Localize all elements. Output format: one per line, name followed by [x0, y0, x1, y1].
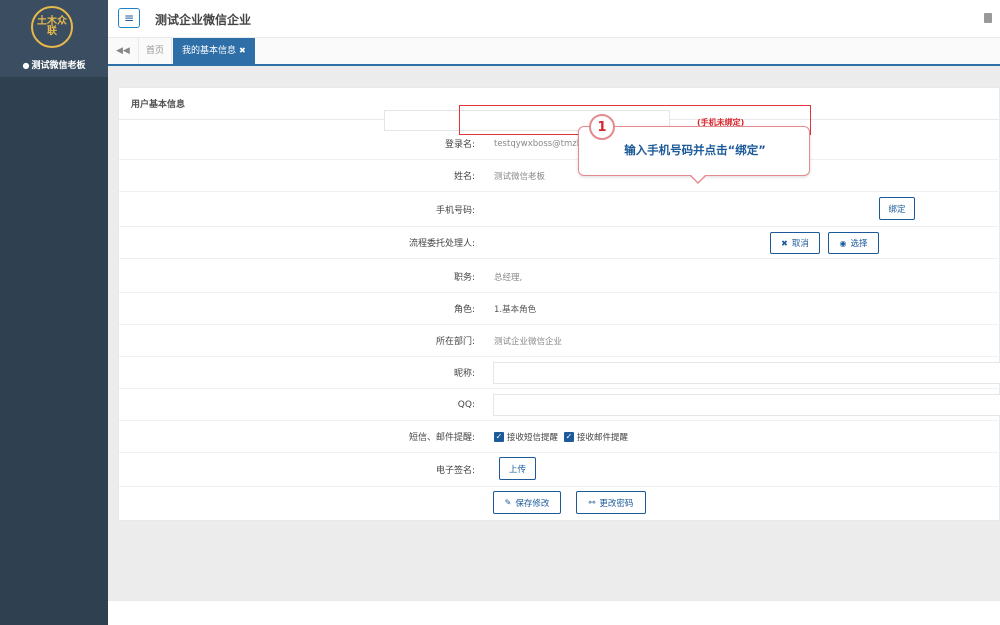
sidebar: 土木众联 ● 测试微信老板	[0, 0, 108, 625]
trash-icon[interactable]	[984, 13, 992, 23]
select-button-label: 选择	[850, 239, 868, 249]
callout-arrow-inner	[690, 174, 706, 182]
app-title: 测试企业微信企业	[155, 13, 252, 27]
form-row-position: 职务: 总经理,	[119, 261, 1000, 293]
email-reminder-checkbox[interactable]: ✓	[564, 431, 575, 442]
form-row-nickname: 昵称:	[119, 357, 1000, 389]
tab-bar: ◀◀ 首页 我的基本信息 ✖	[108, 38, 1000, 66]
nickname-input[interactable]	[493, 362, 1000, 384]
top-header: ≡ 测试企业微信企业	[108, 0, 1000, 38]
user-name-label: 测试微信老板	[31, 61, 86, 71]
save-button-label: 保存修改	[515, 498, 550, 509]
user-info-panel: 用户基本信息 登录名: testqywxboss@tmzl... 姓名: 测试微…	[118, 87, 1000, 521]
change-password-button-label: 更改密码	[599, 498, 634, 509]
upload-button[interactable]: 上传	[499, 457, 536, 480]
menu-toggle-button[interactable]: ≡	[118, 8, 140, 28]
sms-reminder-checkbox[interactable]: ✓	[494, 431, 504, 442]
nickname-label: 昵称:	[453, 369, 475, 379]
role-value: 1.基本角色	[494, 304, 537, 315]
delegate-label: 流程委托处理人:	[408, 239, 475, 249]
change-password-button[interactable]: ⚯ 更改密码	[576, 491, 646, 514]
bind-button[interactable]: 绑定	[879, 197, 915, 220]
key-icon: ⚯	[588, 498, 596, 507]
position-label: 职务:	[453, 273, 475, 283]
sidebar-profile: 土木众联 ● 测试微信老板	[0, 0, 108, 77]
save-button[interactable]: ✎ 保存修改	[493, 491, 561, 514]
sms-reminder-label: 接收短信提醒	[507, 432, 559, 443]
role-label: 角色:	[453, 305, 475, 315]
pencil-icon: ✎	[504, 498, 512, 507]
tab-home[interactable]: 首页	[138, 38, 173, 64]
cancel-button-label: 取消	[791, 239, 809, 249]
close-icon: ✖	[781, 238, 788, 248]
name-label: 姓名:	[453, 172, 475, 182]
form-row-name: 姓名: 测试微信老板	[119, 160, 1000, 192]
step-badge: 1	[589, 114, 615, 140]
callout-text: 输入手机号码并点击“绑定”	[624, 143, 766, 157]
qq-label: QQ:	[457, 399, 475, 410]
form-row-role: 角色: 1.基本角色	[119, 293, 1000, 325]
form-row-qq: QQ:	[119, 389, 1000, 421]
eye-icon: ◉	[839, 238, 847, 248]
dept-label: 所在部门:	[435, 337, 475, 347]
user-icon: ●	[22, 61, 30, 70]
signature-label: 电子签名:	[435, 466, 475, 476]
reminder-options: ✓ 接收短信提醒 ✓ 接收邮件提醒	[494, 421, 634, 452]
select-button[interactable]: ◉ 选择	[828, 232, 879, 254]
tab-my-info[interactable]: 我的基本信息 ✖	[173, 38, 255, 64]
form-row-reminder: 短信、邮件提醒: ✓ 接收短信提醒 ✓ 接收邮件提醒	[119, 421, 1000, 453]
user-name-link[interactable]: ● 测试微信老板	[0, 58, 108, 71]
company-logo: 土木众联	[31, 6, 73, 48]
hamburger-icon: ≡	[123, 11, 135, 25]
position-value: 总经理,	[494, 272, 523, 283]
form-row-signature: 电子签名:	[119, 453, 1000, 487]
form-row-phone: 手机号码:	[119, 192, 1000, 227]
dept-value: 测试企业微信企业	[494, 336, 563, 347]
email-reminder-label: 接收邮件提醒	[577, 432, 629, 443]
panel-title: 用户基本信息	[131, 100, 186, 110]
phone-label: 手机号码:	[435, 205, 475, 216]
close-icon[interactable]: ✖	[239, 46, 246, 55]
tab-my-info-label: 我的基本信息	[182, 46, 237, 56]
name-value: 测试微信老板	[494, 171, 546, 182]
footer-bar	[108, 600, 1000, 625]
cancel-button[interactable]: ✖ 取消	[770, 232, 820, 254]
qq-input[interactable]	[493, 394, 1000, 416]
form-row-dept: 所在部门: 测试企业微信企业	[119, 325, 1000, 357]
reminder-label: 短信、邮件提醒:	[408, 433, 475, 443]
tab-scroll-left-icon[interactable]: ◀◀	[116, 46, 130, 56]
